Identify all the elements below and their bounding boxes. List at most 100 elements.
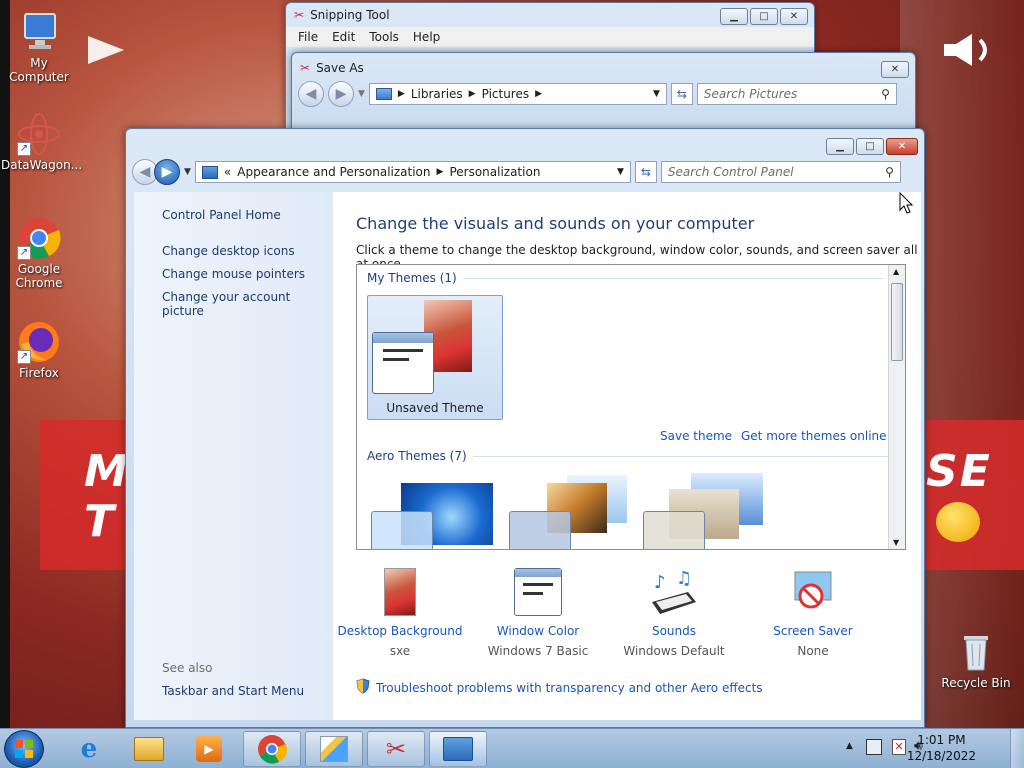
breadcrumb-personalization[interactable]: Personalization (449, 165, 540, 179)
taskbar-control-panel[interactable] (429, 731, 487, 767)
shortcut-arrow-icon: ↗ (17, 350, 31, 364)
search-control-panel-input[interactable]: Search Control Panel ⚲ (660, 161, 901, 183)
change-desktop-icons-link[interactable]: Change desktop icons (162, 244, 333, 258)
change-mouse-pointers-link[interactable]: Change mouse pointers (162, 267, 333, 281)
refresh-button[interactable]: ⇆ (634, 161, 657, 183)
taskbar-explorer[interactable] (120, 731, 178, 767)
desktop-background-setting[interactable]: Desktop Background sxe (330, 568, 470, 658)
search-icon[interactable]: ⚲ (885, 165, 894, 179)
sounds-setting[interactable]: ♪ ♫ Sounds Windows Default (604, 568, 744, 658)
taskbar-internet-explorer[interactable]: e (60, 731, 118, 767)
taskbar-chrome[interactable] (243, 731, 301, 767)
window-color-link[interactable]: Window Color (468, 624, 608, 638)
window-title: Snipping Tool (310, 8, 390, 22)
breadcrumb-overflow[interactable]: « (224, 165, 231, 179)
theme-aero-windows7[interactable] (371, 483, 495, 549)
theme-aero-characters[interactable] (643, 473, 767, 549)
show-desktop-button[interactable] (1010, 729, 1024, 768)
troubleshoot-link[interactable]: Troubleshoot problems with transparency … (376, 681, 763, 695)
menu-help[interactable]: Help (413, 30, 440, 44)
chevron-right-icon: ▶ (535, 89, 543, 99)
taskbar-paint[interactable] (305, 731, 363, 767)
taskbar-start-menu-link[interactable]: Taskbar and Start Menu (162, 684, 304, 698)
theme-aero-architecture[interactable] (507, 475, 631, 549)
sounds-link[interactable]: Sounds (604, 624, 744, 638)
breadcrumb-appearance[interactable]: Appearance and Personalization (237, 165, 430, 179)
forward-button[interactable]: ▶ (154, 159, 180, 185)
theme-list[interactable]: My Themes (1) Unsaved Theme Save theme G… (356, 264, 906, 550)
scroll-down-icon[interactable]: ▼ (893, 538, 899, 547)
window-preview-icon (509, 511, 571, 549)
paint-icon (320, 736, 348, 762)
window-color-setting[interactable]: Window Color Windows 7 Basic (468, 568, 608, 658)
troubleshoot-row[interactable]: Troubleshoot problems with transparency … (356, 678, 763, 697)
aero-themes-group-header: Aero Themes (7) (367, 449, 893, 463)
cp-left-pane: Control Panel Home Change desktop icons … (134, 192, 333, 720)
scrollbar-thumb[interactable] (891, 283, 903, 361)
show-hidden-icons-button[interactable]: ▲ (846, 741, 853, 751)
taskbar-snipping-tool[interactable]: ✂ (367, 731, 425, 767)
wallpaper-text-decoration: M (84, 446, 130, 497)
chevron-down-icon[interactable]: ▼ (653, 89, 660, 99)
system-clock[interactable]: 1:01 PM 12/18/2022 (907, 732, 976, 764)
search-icon[interactable]: ⚲ (881, 87, 890, 101)
address-bar[interactable]: ▶ Libraries ▶ Pictures ▶ ▼ (368, 83, 667, 105)
search-pictures-input[interactable]: Search Pictures ⚲ (696, 83, 897, 105)
minimize-button[interactable]: ▁ (826, 138, 854, 155)
chrome-icon (258, 735, 287, 764)
scroll-up-icon[interactable]: ▲ (893, 267, 899, 276)
refresh-button[interactable]: ⇆ (670, 83, 693, 105)
network-icon[interactable] (866, 739, 882, 755)
personalization-window[interactable]: ▁ □ ✕ ◀ ▶ ▼ « Appearance and Personaliza… (125, 128, 925, 728)
history-dropdown-icon[interactable]: ▼ (358, 89, 365, 99)
desktop-background-link[interactable]: Desktop Background (330, 624, 470, 638)
control-panel-home-link[interactable]: Control Panel Home (162, 208, 333, 222)
chrome-icon: ↗ (17, 216, 61, 260)
menu-file[interactable]: File (298, 30, 318, 44)
close-button[interactable]: ✕ (881, 61, 909, 78)
desktop-icon-my-computer[interactable]: My Computer (1, 10, 77, 84)
back-button[interactable]: ◀ (298, 81, 324, 107)
theme-list-scrollbar[interactable]: ▲ ▼ (888, 265, 905, 549)
chevron-down-icon[interactable]: ▼ (617, 167, 624, 177)
close-button[interactable]: ✕ (886, 138, 918, 155)
save-as-titlebar[interactable]: ✂ Save As (292, 53, 915, 77)
breadcrumb-libraries[interactable]: Libraries (411, 87, 463, 101)
close-button[interactable]: ✕ (780, 8, 808, 25)
desktop-icon-label: My Computer (9, 56, 69, 84)
personalization-titlebar[interactable] (126, 129, 924, 161)
svg-text:♫: ♫ (676, 568, 692, 589)
clock-time: 1:01 PM (917, 733, 966, 747)
maximize-button[interactable]: □ (856, 138, 884, 155)
shield-icon (356, 678, 370, 697)
desktop-icon-chrome[interactable]: ↗ Google Chrome (1, 216, 77, 290)
address-bar[interactable]: « Appearance and Personalization ▶ Perso… (194, 161, 631, 183)
aero-themes-label: Aero Themes (7) (367, 449, 467, 463)
breadcrumb-pictures[interactable]: Pictures (482, 87, 530, 101)
change-account-picture-link[interactable]: Change your account picture (162, 290, 333, 318)
page-title: Change the visuals and sounds on your co… (356, 214, 755, 233)
taskbar-media-player[interactable]: ▶ (180, 731, 238, 767)
get-more-themes-link[interactable]: Get more themes online (741, 429, 887, 443)
menu-edit[interactable]: Edit (332, 30, 355, 44)
desktop-icon-datawagon[interactable]: ↗ DataWagon... (1, 112, 82, 172)
desktop-icon-firefox[interactable]: ↗ Firefox (1, 320, 77, 380)
desktop-icon-recycle-bin[interactable]: Recycle Bin (936, 630, 1016, 690)
menu-tools[interactable]: Tools (369, 30, 399, 44)
screen-saver-setting[interactable]: Screen Saver None (743, 568, 883, 658)
start-button[interactable] (4, 730, 44, 768)
screen-saver-link[interactable]: Screen Saver (743, 624, 883, 638)
play-shape-icon (88, 36, 124, 64)
forward-button[interactable]: ▶ (328, 81, 354, 107)
libraries-icon (375, 88, 392, 100)
window-preview-icon (371, 511, 433, 549)
menu-bar: File Edit Tools Help (286, 27, 814, 47)
atom-icon: ↗ (17, 112, 61, 156)
action-center-icon[interactable]: ✕ (892, 739, 906, 755)
theme-unsaved[interactable]: Unsaved Theme (367, 295, 503, 420)
history-dropdown-icon[interactable]: ▼ (184, 167, 191, 177)
see-also-heading: See also (162, 661, 213, 675)
minimize-button[interactable]: ▁ (720, 8, 748, 25)
maximize-button[interactable]: □ (750, 8, 778, 25)
save-theme-link[interactable]: Save theme (660, 429, 732, 443)
